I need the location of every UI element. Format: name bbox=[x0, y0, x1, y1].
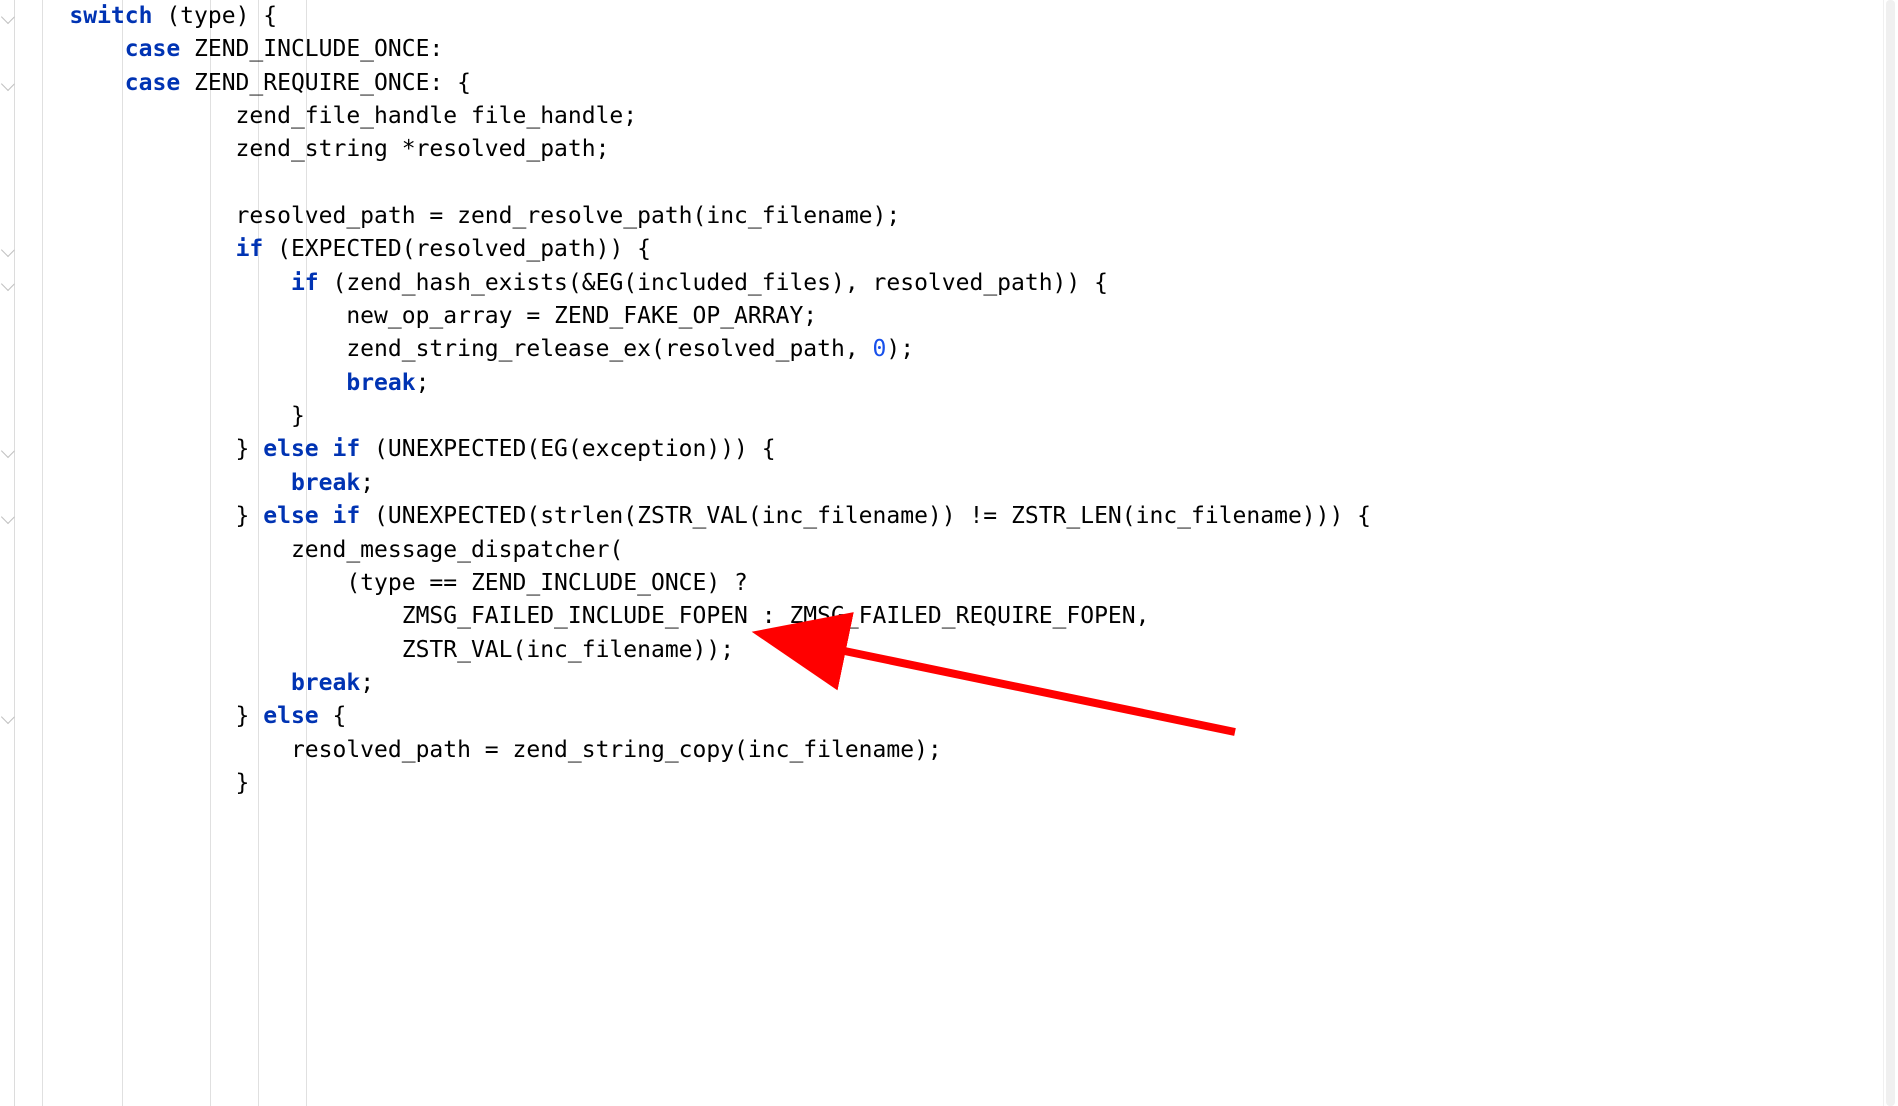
fold-toggle-icon[interactable] bbox=[1, 510, 15, 524]
text-token: } bbox=[14, 403, 305, 429]
code-line[interactable]: zend_file_handle file_handle; bbox=[14, 100, 1898, 133]
text-token bbox=[14, 670, 291, 696]
keyword-token: if bbox=[291, 270, 319, 296]
code-line[interactable]: case ZEND_REQUIRE_ONCE: { bbox=[14, 67, 1898, 100]
keyword-token: case bbox=[125, 70, 180, 96]
text-token bbox=[14, 36, 125, 62]
text-token: ; bbox=[416, 370, 430, 396]
text-token bbox=[14, 370, 346, 396]
code-line[interactable]: } bbox=[14, 767, 1898, 800]
text-token: resolved_path = zend_string_copy(inc_fil… bbox=[14, 737, 942, 763]
fold-toggle-icon[interactable] bbox=[1, 277, 15, 291]
text-token: zend_file_handle file_handle; bbox=[14, 103, 637, 129]
text-token: ; bbox=[360, 470, 374, 496]
text-token bbox=[14, 270, 291, 296]
code-line[interactable]: switch (type) { bbox=[14, 0, 1898, 33]
fold-toggle-icon[interactable] bbox=[1, 77, 15, 91]
code-line[interactable]: break; bbox=[14, 667, 1898, 700]
keyword-token: else if bbox=[263, 503, 360, 529]
text-token: zend_string_release_ex(resolved_path, bbox=[14, 336, 873, 362]
keyword-token: if bbox=[236, 236, 264, 262]
text-token bbox=[14, 236, 236, 262]
keyword-token: break bbox=[346, 370, 415, 396]
code-line[interactable]: } else if (UNEXPECTED(EG(exception))) { bbox=[14, 433, 1898, 466]
code-line[interactable]: } else { bbox=[14, 700, 1898, 733]
code-line[interactable]: ZSTR_VAL(inc_filename)); bbox=[14, 634, 1898, 667]
code-line[interactable]: new_op_array = ZEND_FAKE_OP_ARRAY; bbox=[14, 300, 1898, 333]
text-token: } bbox=[14, 770, 249, 796]
text-token: ); bbox=[886, 336, 914, 362]
text-token: ZEND_INCLUDE_ONCE: bbox=[180, 36, 443, 62]
text-token bbox=[14, 3, 69, 29]
code-line[interactable]: zend_string *resolved_path; bbox=[14, 133, 1898, 166]
code-area[interactable]: switch (type) { case ZEND_INCLUDE_ONCE: … bbox=[14, 0, 1898, 1106]
code-line[interactable]: if (zend_hash_exists(&EG(included_files)… bbox=[14, 267, 1898, 300]
code-line[interactable]: (type == ZEND_INCLUDE_ONCE) ? bbox=[14, 567, 1898, 600]
code-line[interactable]: case ZEND_INCLUDE_ONCE: bbox=[14, 33, 1898, 66]
text-token: ZEND_REQUIRE_ONCE: { bbox=[180, 70, 471, 96]
text-token: (UNEXPECTED(EG(exception))) { bbox=[360, 436, 775, 462]
vertical-scrollbar[interactable] bbox=[1883, 0, 1898, 1106]
text-token: } bbox=[14, 436, 263, 462]
number-token: 0 bbox=[873, 336, 887, 362]
code-line[interactable]: resolved_path = zend_resolve_path(inc_fi… bbox=[14, 200, 1898, 233]
code-line[interactable]: resolved_path = zend_string_copy(inc_fil… bbox=[14, 734, 1898, 767]
code-line[interactable] bbox=[14, 167, 1898, 200]
text-token bbox=[14, 470, 291, 496]
fold-toggle-icon[interactable] bbox=[1, 443, 15, 457]
fold-toggle-icon[interactable] bbox=[1, 243, 15, 257]
text-token: (type == ZEND_INCLUDE_ONCE) ? bbox=[14, 570, 748, 596]
keyword-token: switch bbox=[69, 3, 152, 29]
text-token: ; bbox=[360, 670, 374, 696]
current-line-highlight bbox=[14, 800, 1898, 833]
scrollbar-thumb[interactable] bbox=[1886, 0, 1895, 1106]
keyword-token: break bbox=[291, 670, 360, 696]
text-token: (UNEXPECTED(strlen(ZSTR_VAL(inc_filename… bbox=[360, 503, 1371, 529]
code-line[interactable]: zend_message_dispatcher( bbox=[14, 534, 1898, 567]
code-line[interactable]: break; bbox=[14, 367, 1898, 400]
text-token bbox=[14, 70, 125, 96]
code-line[interactable]: } else if (UNEXPECTED(strlen(ZSTR_VAL(in… bbox=[14, 500, 1898, 533]
text-token: } bbox=[14, 503, 263, 529]
text-token: resolved_path = zend_resolve_path(inc_fi… bbox=[14, 203, 900, 229]
code-editor[interactable]: switch (type) { case ZEND_INCLUDE_ONCE: … bbox=[0, 0, 1898, 1106]
text-token: ZSTR_VAL(inc_filename)); bbox=[14, 637, 734, 663]
gutter bbox=[0, 0, 15, 1106]
code-line[interactable]: ZMSG_FAILED_INCLUDE_FOPEN : ZMSG_FAILED_… bbox=[14, 600, 1898, 633]
text-token: (zend_hash_exists(&EG(included_files), r… bbox=[319, 270, 1108, 296]
code-line[interactable]: } bbox=[14, 400, 1898, 433]
keyword-token: case bbox=[125, 36, 180, 62]
text-token: zend_string *resolved_path; bbox=[14, 136, 609, 162]
code-line[interactable]: break; bbox=[14, 467, 1898, 500]
text-token: ZMSG_FAILED_INCLUDE_FOPEN : ZMSG_FAILED_… bbox=[14, 603, 1149, 629]
fold-toggle-icon[interactable] bbox=[1, 10, 15, 24]
text-token: (type) { bbox=[152, 3, 277, 29]
keyword-token: break bbox=[291, 470, 360, 496]
keyword-token: else bbox=[263, 703, 318, 729]
code-line[interactable]: zend_string_release_ex(resolved_path, 0)… bbox=[14, 333, 1898, 366]
keyword-token: else if bbox=[263, 436, 360, 462]
fold-toggle-icon[interactable] bbox=[1, 710, 15, 724]
text-token: new_op_array = ZEND_FAKE_OP_ARRAY; bbox=[14, 303, 817, 329]
text-token: zend_message_dispatcher( bbox=[14, 537, 623, 563]
code-line[interactable]: if (EXPECTED(resolved_path)) { bbox=[14, 233, 1898, 266]
text-token: } bbox=[14, 703, 263, 729]
text-token: (EXPECTED(resolved_path)) { bbox=[263, 236, 651, 262]
text-token: { bbox=[319, 703, 347, 729]
